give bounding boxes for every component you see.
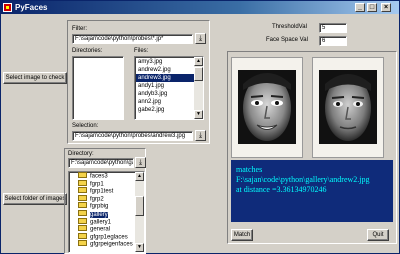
pyfaces-window: PyFaces _ □ × Select image to check Sele… — [0, 0, 400, 254]
close-button[interactable]: × — [381, 3, 391, 12]
folder-icon — [78, 179, 87, 186]
files-label: Files: — [134, 48, 149, 54]
folder-icon — [78, 194, 87, 201]
select-image-button[interactable]: Select image to check — [3, 72, 67, 84]
result-line-2: F:\sajan\code\python\gallery\andrew2.jpg — [236, 175, 370, 184]
match-face-image — [319, 70, 377, 144]
folder-name: gfgrp1eglaces — [90, 234, 128, 241]
selection-label: Selection: — [72, 123, 99, 129]
folder-scrollbar[interactable]: ▲ ▼ — [135, 172, 144, 252]
result-line-1: matches — [236, 165, 263, 174]
file-list-item[interactable]: andy1.jpg — [136, 82, 194, 90]
scroll-down-icon[interactable]: ▼ — [135, 243, 144, 252]
folder-name: general — [90, 226, 111, 233]
facespace-label: Face Space Val — [266, 37, 308, 43]
select-folder-button[interactable]: Select folder of images — [3, 193, 67, 205]
scroll-thumb[interactable] — [135, 196, 144, 216]
window-title: PyFaces — [15, 3, 48, 12]
folder-name: gallery — [90, 211, 108, 218]
scroll-down-icon[interactable]: ▼ — [194, 110, 203, 119]
directory-label: Directory: — [68, 151, 94, 157]
maximize-button[interactable]: □ — [367, 3, 377, 12]
folder-icon — [78, 217, 87, 224]
folder-name: gfgrpeigenfaces — [90, 241, 133, 248]
scroll-up-icon[interactable]: ▲ — [135, 172, 144, 181]
file-list-item[interactable]: andyb3.jpg — [136, 90, 194, 98]
quit-button[interactable]: Quit — [367, 229, 389, 241]
threshold-label: ThresholdVal — [272, 24, 307, 30]
folder-list-item[interactable]: gfgrpeigenfaces — [70, 240, 136, 249]
threshold-input[interactable]: 5 — [319, 23, 347, 33]
filter-label: Filter: — [72, 26, 87, 32]
folder-icon — [78, 209, 87, 216]
app-icon — [3, 3, 12, 12]
down-arrow-icon: ⤓ — [198, 132, 203, 139]
files-scrollbar[interactable]: ▲ ▼ — [194, 57, 203, 119]
folder-name: fgrpbig — [90, 203, 109, 210]
probe-file-dialog: Filter: F:\sajan\code\python\probes\*.jp… — [67, 20, 210, 144]
folder-icon — [78, 202, 87, 209]
filter-browse-button[interactable]: ⤓ — [195, 33, 206, 44]
directories-list[interactable] — [72, 56, 124, 120]
scroll-thumb[interactable] — [194, 67, 203, 81]
folder-name: gallery1 — [90, 219, 112, 226]
directories-label: Directories: — [72, 48, 103, 54]
result-line-3: at distance =3.36134970246 — [236, 185, 327, 194]
scroll-up-icon[interactable]: ▲ — [194, 57, 203, 66]
folder-name: fgrp1 — [90, 181, 104, 188]
title-bar: PyFaces _ □ × — [1, 1, 399, 14]
file-list-item[interactable]: gabe2.jpg — [136, 106, 194, 114]
result-panel: matches F:\sajan\code\python\gallery\and… — [227, 51, 397, 244]
file-list-item[interactable]: andrew2.jpg — [136, 66, 194, 74]
down-arrow-icon: ⤓ — [198, 35, 203, 42]
file-list-item[interactable]: andrew3.jpg — [136, 74, 194, 82]
folder-name: faces3 — [90, 173, 108, 180]
probe-face-image — [238, 70, 296, 144]
probe-face-card — [231, 57, 303, 158]
match-button[interactable]: Match — [231, 229, 253, 241]
directory-dialog: Directory: F:\sajan\code\python\gallery\… — [64, 148, 146, 254]
folder-icon — [78, 225, 87, 232]
folder-name: fgrp2 — [90, 196, 104, 203]
folder-icon — [78, 172, 87, 178]
folder-list[interactable]: faces3 fgrp1 fgrp1test fgrp2 fgrpbig gallery g… — [68, 171, 145, 253]
folder-name: fgrp1test — [90, 188, 114, 195]
down-arrow-icon: ⤓ — [138, 159, 143, 166]
file-list-item[interactable]: ann2.jpg — [136, 98, 194, 106]
facespace-input[interactable]: 6 — [319, 36, 347, 46]
minimize-button[interactable]: _ — [355, 3, 365, 12]
directory-input[interactable]: F:\sajan\code\python\gallery\ — [68, 158, 134, 168]
folder-icon — [78, 240, 87, 247]
selection-input[interactable]: F:\sajan\code\python\probes\andrew3.jpg — [72, 131, 193, 141]
folder-icon — [78, 187, 87, 194]
file-list-item[interactable]: amy3.jpg — [136, 58, 194, 66]
filter-input[interactable]: F:\sajan\code\python\probes\*.jp* — [72, 34, 193, 44]
match-face-card — [312, 57, 384, 158]
directory-browse-button[interactable]: ⤓ — [135, 157, 146, 168]
result-text-area: matches F:\sajan\code\python\gallery\and… — [231, 160, 393, 222]
files-list[interactable]: amy3.jpg andrew2.jpg andrew3.jpg andy1.jpg a… — [134, 56, 204, 120]
selection-browse-button[interactable]: ⤓ — [195, 130, 206, 141]
folder-icon — [78, 232, 87, 239]
